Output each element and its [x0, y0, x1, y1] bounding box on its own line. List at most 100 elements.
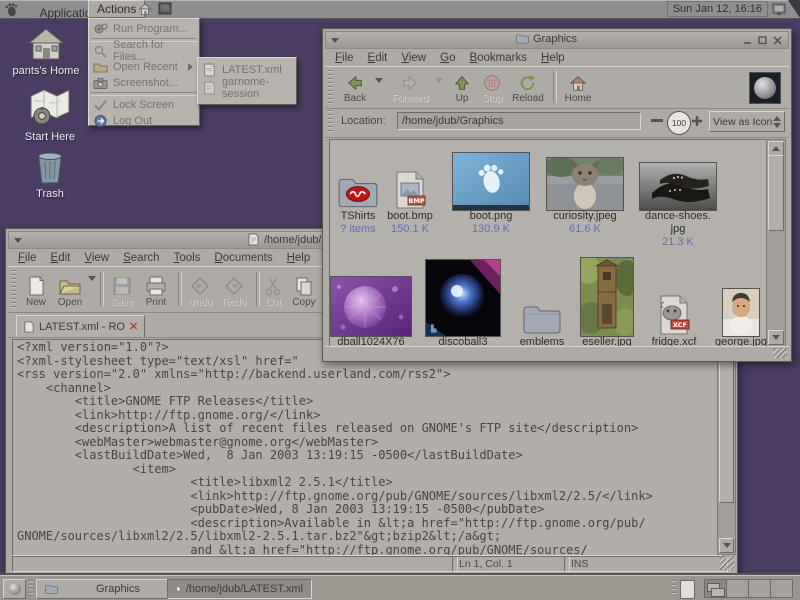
- scrollbar-down-button[interactable]: [768, 330, 784, 345]
- print-button[interactable]: Print: [140, 271, 172, 308]
- menu-file[interactable]: File: [335, 52, 354, 64]
- toolbar-grip[interactable]: [328, 70, 333, 104]
- up-button[interactable]: Up: [449, 69, 475, 104]
- forward-button: Forward: [387, 69, 433, 104]
- maximize-button[interactable]: [756, 34, 769, 46]
- desktop-icon-trash[interactable]: Trash: [8, 148, 92, 200]
- tab-close-icon[interactable]: ✕: [129, 320, 138, 333]
- resize-grip[interactable]: [773, 348, 787, 358]
- code-line: <title>GNOME FTP Releases</title>: [17, 395, 721, 409]
- dance-shoes-thumbnail: [640, 163, 716, 210]
- file-dance-shoes-jpg[interactable]: dance-shoes. jpg 21.3 K: [639, 148, 717, 249]
- taskbar-grip[interactable]: [672, 580, 676, 596]
- run-program-icon: [93, 22, 108, 36]
- resize-grip[interactable]: [720, 556, 734, 570]
- desktop-icon-home[interactable]: pants's Home: [0, 26, 92, 77]
- menu-help[interactable]: Help: [287, 252, 311, 264]
- toolbar-grip[interactable]: [11, 270, 16, 308]
- menu-go[interactable]: Go: [440, 52, 455, 64]
- open-dropdown[interactable]: [88, 281, 96, 299]
- file-discoball3[interactable]: ▙ discoball3: [424, 246, 502, 347]
- workspace-2[interactable]: [726, 579, 749, 598]
- file-dball1024x76[interactable]: dball1024X76: [330, 256, 412, 347]
- xcf-file-icon: XCF: [655, 294, 693, 336]
- menu-item-run-program[interactable]: Run Program...: [89, 21, 199, 37]
- desktop-icon-start-here[interactable]: Start Here: [8, 86, 92, 143]
- copy-button[interactable]: Copy: [288, 271, 320, 308]
- scrollbar-thumb[interactable]: [768, 155, 784, 231]
- menu-documents[interactable]: Documents: [214, 252, 272, 264]
- toolbar-grip[interactable]: [328, 110, 333, 134]
- gedit-text-area[interactable]: <?xml version="1.0"?> <?xml-stylesheet t…: [12, 339, 722, 556]
- file-fridge-xcf[interactable]: XCF fridge.xcf: [646, 256, 702, 347]
- menu-view[interactable]: View: [84, 252, 109, 264]
- tab-latest-xml[interactable]: LATEST.xml - RO ✕: [16, 315, 145, 337]
- submenu-item-garnome-session[interactable]: garnome-session: [198, 79, 296, 97]
- minimize-button[interactable]: [741, 34, 754, 46]
- workspace-4[interactable]: [770, 579, 793, 598]
- taskbar-grip[interactable]: [29, 580, 33, 596]
- scrollbar-thumb[interactable]: [719, 341, 734, 503]
- home-button[interactable]: Home: [561, 69, 595, 104]
- document-icon: [176, 583, 181, 595]
- menu-bookmarks[interactable]: Bookmarks: [469, 52, 527, 64]
- menu-tools[interactable]: Tools: [174, 252, 201, 264]
- gedit-scrollbar[interactable]: [717, 339, 736, 555]
- scrollbar-down-button[interactable]: [719, 538, 734, 553]
- pager-applet-icon[interactable]: [680, 580, 695, 599]
- redo-icon: [224, 276, 244, 296]
- reload-button[interactable]: Reload: [509, 69, 547, 104]
- back-dropdown[interactable]: [375, 83, 383, 101]
- zoom-out-icon[interactable]: [651, 119, 663, 122]
- menu-file[interactable]: File: [18, 252, 37, 264]
- file-boot-bmp[interactable]: BMP boot.bmp 150.1 K: [372, 148, 448, 236]
- workspace-3[interactable]: [748, 579, 771, 598]
- location-input[interactable]: [397, 112, 641, 130]
- menu-edit[interactable]: Edit: [368, 52, 388, 64]
- graphics-scrollbar[interactable]: [766, 139, 786, 347]
- toolbar-separator: [553, 71, 557, 103]
- menu-item-lock-screen[interactable]: Lock Screen: [89, 97, 199, 113]
- workspace-1[interactable]: [704, 579, 727, 598]
- file-curiosity-jpeg[interactable]: curiosity.jpeg 61.6 K: [546, 148, 624, 236]
- zoom-level-indicator[interactable]: 100: [667, 111, 691, 135]
- close-button[interactable]: [771, 34, 784, 46]
- file-george-jpg[interactable]: george.jpg: [716, 256, 766, 347]
- panel-hide-button[interactable]: [788, 0, 800, 18]
- clock-applet[interactable]: Sun Jan 12, 16:16: [667, 1, 768, 17]
- show-desktop-button[interactable]: [3, 579, 26, 599]
- actions-menu[interactable]: Actions: [88, 0, 145, 18]
- george-thumbnail: [723, 289, 759, 336]
- stop-label: Stop: [482, 93, 503, 104]
- menu-item-screenshot[interactable]: Screenshot...: [89, 75, 199, 91]
- gnome-main-menu[interactable]: [0, 0, 27, 18]
- file-eseller-jpg[interactable]: eseller.jpg: [578, 246, 636, 347]
- code-line: <link>http://ftp.gnome.org/pub/GNOME/sou…: [17, 490, 721, 504]
- open-button[interactable]: Open: [54, 271, 86, 308]
- window-menu-icon[interactable]: [14, 238, 22, 243]
- file-boot-png[interactable]: boot.png 130.9 K: [452, 148, 530, 236]
- window-menu-icon[interactable]: [331, 38, 339, 43]
- tab-label: LATEST.xml - RO: [39, 321, 125, 333]
- task-button-latest-xml[interactable]: /home/jdub/LATEST.xml: [167, 579, 312, 599]
- screenshot-applet-icon[interactable]: [772, 2, 786, 21]
- start-here-icon: [27, 86, 73, 128]
- menu-edit[interactable]: Edit: [51, 252, 71, 264]
- file-info: 150.1 K: [391, 223, 429, 236]
- graphics-titlebar[interactable]: Graphics: [325, 31, 789, 49]
- forward-dropdown: [435, 83, 443, 101]
- file-info: 130.9 K: [472, 223, 510, 236]
- menu-item-search-for-files[interactable]: Search for Files...: [89, 43, 199, 59]
- view-mode-select[interactable]: View as Icons: [709, 111, 785, 132]
- back-button[interactable]: Back: [338, 69, 372, 104]
- menu-item-log-out[interactable]: Log Out: [89, 113, 199, 129]
- menu-help[interactable]: Help: [541, 52, 565, 64]
- home-icon: [568, 74, 588, 92]
- task-button-graphics[interactable]: Graphics: [36, 579, 182, 599]
- scrollbar-up-button[interactable]: [768, 141, 784, 156]
- zoom-in-icon[interactable]: [691, 115, 703, 127]
- menu-view[interactable]: View: [401, 52, 426, 64]
- menu-search[interactable]: Search: [123, 252, 159, 264]
- new-button[interactable]: New: [20, 271, 52, 308]
- file-emblems[interactable]: emblems: [514, 256, 570, 347]
